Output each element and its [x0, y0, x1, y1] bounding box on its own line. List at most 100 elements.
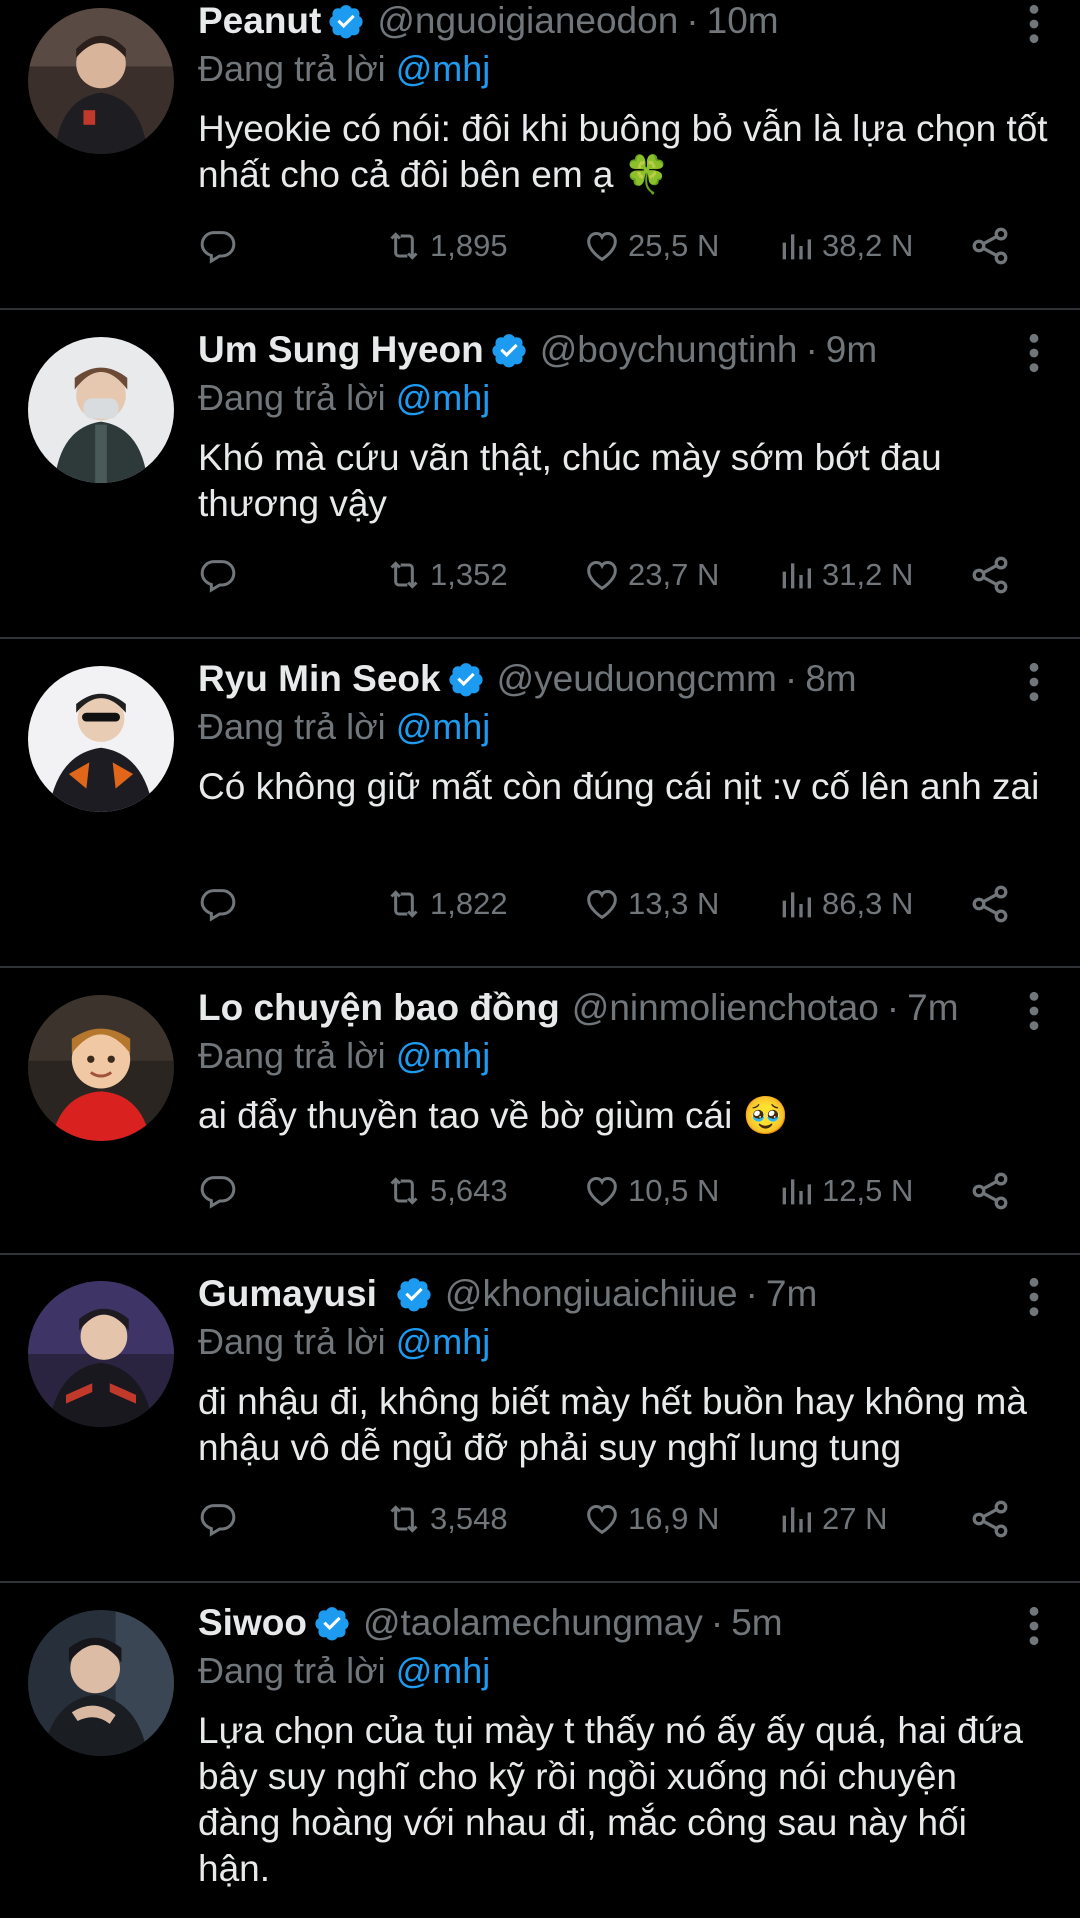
timestamp[interactable]: 10m — [707, 0, 779, 42]
reply-mention-link[interactable]: @mhj — [396, 1035, 491, 1076]
views-button[interactable]: 86,3 N — [776, 878, 913, 930]
user-handle[interactable]: @khongiuaichiiue — [445, 1273, 738, 1315]
user-handle[interactable]: @yeuduongcmm — [497, 658, 777, 700]
avatar[interactable] — [28, 995, 174, 1141]
views-icon — [782, 1179, 811, 1205]
reply-button[interactable] — [198, 1493, 244, 1545]
share-button[interactable] — [968, 220, 1018, 272]
reply-mention-link[interactable]: @mhj — [396, 706, 491, 747]
action-bar: 3,548 16,9 N 27 N — [198, 1493, 1018, 1545]
like-count: 23,7 N — [628, 557, 720, 592]
views-button[interactable]: 27 N — [776, 1493, 887, 1545]
more-options-icon[interactable] — [1024, 331, 1044, 375]
reply-mention-link[interactable]: @mhj — [396, 1321, 491, 1362]
timestamp[interactable]: 5m — [731, 1602, 782, 1644]
display-name[interactable]: Gumayusi — [198, 1273, 377, 1315]
like-count: 16,9 N — [628, 1501, 720, 1536]
like-icon — [587, 1176, 617, 1207]
reply-button[interactable] — [198, 549, 244, 601]
like-count: 25,5 N — [628, 228, 720, 263]
reply-button[interactable] — [198, 878, 244, 930]
tweet[interactable]: Ryu Min Seok @yeuduongcmm · 8m Đang trả … — [0, 640, 1080, 968]
share-button[interactable] — [968, 1493, 1018, 1545]
reply-mention-link[interactable]: @mhj — [396, 48, 491, 89]
user-handle[interactable]: @taolamechungmay — [363, 1602, 703, 1644]
user-handle[interactable]: @boychungtinh — [540, 329, 798, 371]
reply-mention-link[interactable]: @mhj — [396, 1650, 491, 1691]
tweet[interactable]: Gumayusi @khongiuaichiiue · 7m Đang trả … — [0, 1255, 1080, 1583]
timestamp[interactable]: 7m — [907, 987, 958, 1029]
separator-dot: · — [784, 658, 798, 699]
avatar[interactable] — [28, 666, 174, 812]
display-name[interactable]: Lo chuyện bao đồng — [198, 987, 560, 1029]
views-button[interactable]: 38,2 N — [776, 220, 913, 272]
separator-dot: · — [686, 0, 699, 41]
display-name[interactable]: Peanut — [198, 0, 321, 42]
reply-mention-link[interactable]: @mhj — [396, 377, 491, 418]
more-options-icon[interactable] — [1024, 2, 1044, 46]
share-icon — [972, 885, 1008, 923]
retweet-button[interactable]: 5,643 — [384, 1165, 508, 1217]
retweet-button[interactable]: 3,548 — [384, 1493, 508, 1545]
tweet[interactable]: Peanut @nguoigianeodon · 10m Đang trả lờ… — [0, 0, 1080, 310]
verified-badge-icon — [490, 331, 528, 369]
display-name[interactable]: Siwoo — [198, 1602, 307, 1644]
replying-to: Đang trả lời @mhj — [198, 1033, 1038, 1079]
verified-badge-icon — [327, 2, 365, 40]
tweet[interactable]: Lo chuyện bao đồng @ninmolienchotao · 7m… — [0, 969, 1080, 1255]
retweet-button[interactable]: 1,822 — [384, 878, 508, 930]
more-options-icon[interactable] — [1024, 1275, 1044, 1319]
retweet-icon — [390, 561, 418, 589]
like-button[interactable]: 10,5 N — [582, 1165, 719, 1217]
tweet-text: đi nhậu đi, không biết mày hết buồn hay … — [198, 1381, 1027, 1468]
retweet-count: 1,822 — [430, 886, 508, 921]
views-count: 27 N — [822, 1501, 888, 1536]
avatar[interactable] — [28, 1281, 174, 1427]
reply-button[interactable] — [198, 220, 244, 272]
like-icon — [587, 231, 617, 262]
timestamp[interactable]: 7m — [766, 1273, 817, 1315]
more-options-icon[interactable] — [1024, 660, 1044, 704]
like-button[interactable]: 25,5 N — [582, 220, 719, 272]
share-button[interactable] — [968, 878, 1018, 930]
reply-button[interactable] — [198, 1165, 244, 1217]
user-handle[interactable]: @nguoigianeodon — [377, 0, 678, 42]
reply-icon — [200, 231, 236, 264]
views-count: 31,2 N — [822, 557, 914, 592]
retweet-button[interactable]: 1,895 — [384, 220, 508, 272]
retweet-count: 3,548 — [430, 1501, 508, 1536]
retweet-icon — [390, 1505, 418, 1533]
separator-dot: · — [886, 987, 900, 1028]
views-count: 86,3 N — [822, 886, 914, 921]
like-button[interactable]: 13,3 N — [582, 878, 719, 930]
timestamp[interactable]: 9m — [826, 329, 877, 371]
like-count: 10,5 N — [628, 1173, 720, 1208]
reply-prefix: Đang trả lời — [198, 377, 386, 418]
share-icon — [972, 227, 1008, 265]
tweet-text: ai đẩy thuyền tao về bờ giùm cái 🥹 — [198, 1095, 789, 1136]
replying-to: Đang trả lời @mhj — [198, 1319, 1038, 1365]
share-icon — [972, 1500, 1008, 1538]
share-button[interactable] — [968, 1165, 1018, 1217]
avatar[interactable] — [28, 337, 174, 483]
reply-prefix: Đang trả lời — [198, 706, 386, 747]
retweet-icon — [390, 232, 418, 260]
views-button[interactable]: 12,5 N — [776, 1165, 913, 1217]
more-options-icon[interactable] — [1024, 1604, 1044, 1648]
display-name[interactable]: Ryu Min Seok — [198, 658, 441, 700]
like-button[interactable]: 16,9 N — [582, 1493, 719, 1545]
tweet[interactable]: Um Sung Hyeon @boychungtinh · 9m Đang tr… — [0, 311, 1080, 639]
display-name[interactable]: Um Sung Hyeon — [198, 329, 484, 371]
tweet[interactable]: Siwoo @taolamechungmay · 5m Đang trả lời… — [0, 1584, 1080, 1912]
more-options-icon[interactable] — [1024, 989, 1044, 1033]
action-bar: 5,643 10,5 N 12,5 N — [198, 1165, 1018, 1217]
user-handle[interactable]: @ninmolienchotao — [572, 987, 879, 1029]
views-button[interactable]: 31,2 N — [776, 549, 913, 601]
timestamp[interactable]: 8m — [805, 658, 856, 700]
retweet-button[interactable]: 1,352 — [384, 549, 508, 601]
avatar[interactable] — [28, 8, 174, 154]
avatar[interactable] — [28, 1610, 174, 1756]
action-bar: 1,822 13,3 N 86,3 N — [198, 878, 1018, 930]
share-button[interactable] — [968, 549, 1018, 601]
like-button[interactable]: 23,7 N — [582, 549, 719, 601]
